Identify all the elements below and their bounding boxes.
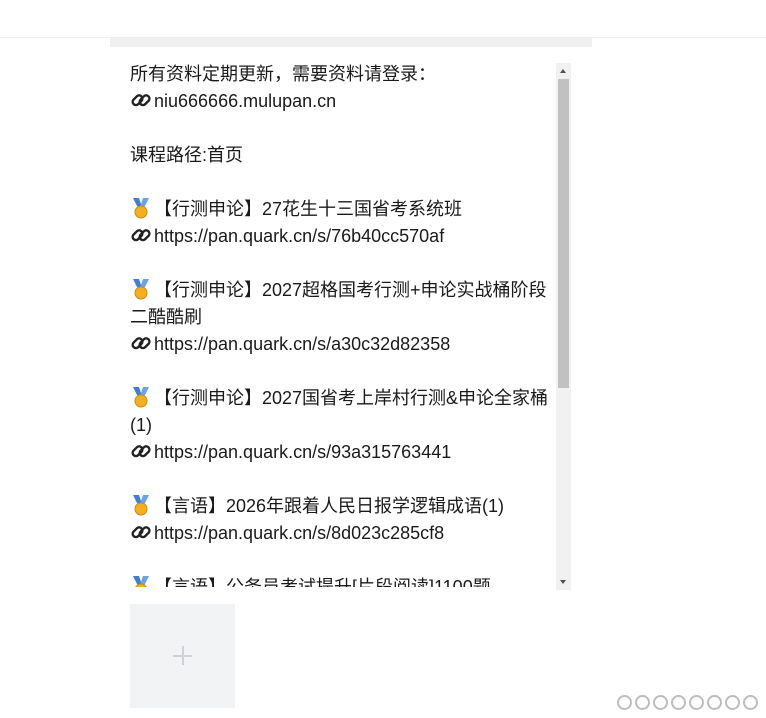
entry-title-text: 【行测申论】2027国省考上岸村行测&申论全家桶(1) [130,388,549,435]
entry-title: 【行测申论】27花生十三国省考系统班 [130,196,554,223]
entry-title: 【行测申论】2027国省考上岸村行测&申论全家桶(1) [130,385,554,439]
link-icon [130,521,154,543]
scroll-down-arrow-icon[interactable] [556,574,571,590]
site-link-line[interactable]: niu666666.mulupan.cn [130,88,554,115]
link-icon [130,224,154,246]
medal-icon [130,197,154,219]
course-path: 课程路径:首页 [130,145,244,165]
vertical-scrollbar[interactable] [556,63,571,590]
link-icon [130,332,154,354]
add-image-button[interactable] [130,604,235,708]
watermark [617,695,758,710]
entry-url[interactable]: https://pan.quark.cn/s/76b40cc570af [154,226,444,246]
link-icon [130,89,154,111]
entry-link[interactable]: https://pan.quark.cn/s/76b40cc570af [130,223,554,250]
entry-link[interactable]: https://pan.quark.cn/s/8d023c285cf8 [130,520,554,547]
post-text-area[interactable]: 所有资料定期更新，需要资料请登录： niu666666.mulupan.cn 课… [110,47,592,590]
entry-title: 【言语】公务员考试提升[片段阅读]1100题 [130,574,554,587]
entry-link[interactable]: https://pan.quark.cn/s/93a315763441 [130,439,554,466]
medal-icon [130,494,154,516]
editor-toolbar-strip [110,38,592,47]
entry-url[interactable]: https://pan.quark.cn/s/a30c32d82358 [154,334,450,354]
medal-icon [130,278,154,300]
intro-text: 所有资料定期更新，需要资料请登录： [130,64,436,84]
entry-title: 【行测申论】2027超格国考行测+申论实战桶阶段二酷酷刷 [130,277,554,331]
plus-icon [182,646,184,665]
scroll-up-arrow-icon[interactable] [556,63,571,79]
entry-title-text: 【行测申论】27花生十三国省考系统班 [154,199,463,219]
entry-title-text: 【行测申论】2027超格国考行测+申论实战桶阶段二酷酷刷 [130,280,547,327]
entry-title: 【言语】2026年跟着人民日报学逻辑成语(1) [130,493,554,520]
link-icon [130,440,154,462]
entry-url[interactable]: https://pan.quark.cn/s/93a315763441 [154,442,451,462]
top-bar [0,0,766,38]
site-url[interactable]: niu666666.mulupan.cn [154,91,336,111]
entry-url[interactable]: https://pan.quark.cn/s/8d023c285cf8 [154,523,444,543]
entry-title-text: 【言语】公务员考试提升[片段阅读]1100题 [154,577,491,587]
scroll-thumb[interactable] [558,79,569,388]
post-text-content[interactable]: 所有资料定期更新，需要资料请登录： niu666666.mulupan.cn 课… [130,61,554,587]
medal-icon [130,386,154,408]
entry-link[interactable]: https://pan.quark.cn/s/a30c32d82358 [130,331,554,358]
entry-title-text: 【言语】2026年跟着人民日报学逻辑成语(1) [154,496,505,516]
medal-icon [130,575,154,587]
